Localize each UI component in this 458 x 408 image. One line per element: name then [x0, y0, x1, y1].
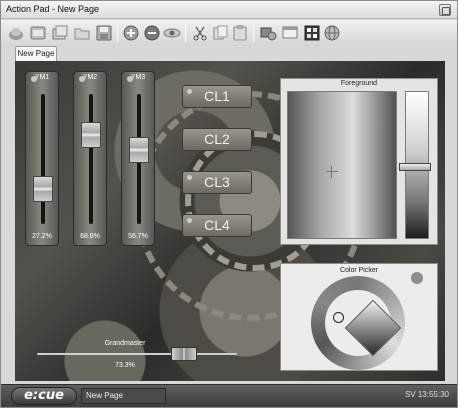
foreground-title: Foreground	[340, 80, 378, 87]
fader-knob[interactable]	[81, 121, 101, 148]
cue-list-indicator	[187, 89, 192, 94]
cue-list-label: CL2	[204, 131, 230, 147]
grid-icon[interactable]	[303, 24, 321, 42]
fader-label: YM3	[130, 74, 146, 81]
fader-label: YM1	[34, 74, 50, 81]
globe-icon[interactable]	[323, 24, 341, 42]
remove-circle-icon[interactable]	[143, 24, 161, 42]
paste-icon[interactable]	[231, 24, 249, 42]
fader-value: 68.6%	[80, 233, 100, 240]
brightness-marker[interactable]	[399, 163, 431, 171]
cue-list-indicator	[187, 175, 192, 180]
add-circle-icon[interactable]	[123, 24, 141, 42]
status-server-time: SV 13:55:30	[404, 390, 449, 399]
toolbar-separator	[253, 24, 254, 42]
eye-icon[interactable]	[163, 24, 181, 42]
fader-ym3: YM3 56.7%	[121, 71, 155, 246]
fader-label: YM2	[82, 74, 98, 81]
ecue-logo: e:cue	[11, 387, 77, 405]
copy-page-icon[interactable]	[51, 24, 69, 42]
cut-icon[interactable]	[191, 24, 209, 42]
foreground-panel: Foreground	[280, 78, 438, 245]
foreground-color-area[interactable]	[287, 91, 397, 239]
crosshair-icon[interactable]	[326, 166, 338, 178]
cue-list-indicator	[187, 218, 192, 223]
fader-ym1: YM1 27.2%	[25, 71, 59, 246]
color-preset-dot[interactable]	[411, 272, 423, 284]
cue-list-button-cl4[interactable]: CL4	[182, 214, 252, 237]
fader-value: 56.7%	[128, 233, 148, 240]
tools-icon[interactable]	[259, 24, 277, 42]
status-page-field: New Page	[81, 388, 166, 404]
cue-list-label: CL4	[204, 217, 230, 233]
load-icon[interactable]	[29, 24, 47, 42]
restore-window-button[interactable]	[439, 4, 451, 16]
fader-track[interactable]	[41, 94, 45, 224]
window-icon[interactable]	[281, 24, 299, 42]
save-icon[interactable]	[95, 24, 113, 42]
page-tabs: New Page	[1, 46, 457, 61]
folder-icon[interactable]	[73, 24, 91, 42]
title-bar: Action Pad - New Page	[1, 1, 457, 19]
tab-new-page[interactable]: New Page	[15, 46, 57, 61]
hue-selector[interactable]	[333, 312, 344, 323]
cue-list-label: CL1	[204, 88, 230, 104]
fader-knob[interactable]	[129, 137, 149, 164]
action-pad-canvas: YM1 27.2% YM2 68.6% YM3 56.7% CL1 CL2 CL…	[15, 61, 445, 381]
fader-value: 27.2%	[32, 233, 52, 240]
status-bar: e:cue New Page SV 13:55:30	[1, 384, 457, 407]
open-folder-icon[interactable]	[7, 24, 25, 42]
cue-list-button-cl3[interactable]: CL3	[182, 171, 252, 194]
toolbar-separator	[185, 24, 186, 42]
fader-track[interactable]	[89, 94, 93, 224]
fader-ym2: YM2 68.6%	[73, 71, 107, 246]
copy-icon[interactable]	[211, 24, 229, 42]
grandmaster-knob[interactable]	[170, 347, 197, 361]
cue-list-button-cl1[interactable]: CL1	[182, 85, 252, 108]
grandmaster-track[interactable]	[37, 353, 237, 355]
color-picker-panel: Color Picker	[280, 263, 438, 371]
action-pad-window: Action Pad - New Page New Page YM1 27.2%…	[0, 0, 458, 408]
fader-knob[interactable]	[33, 175, 53, 202]
cue-list-label: CL3	[204, 174, 230, 190]
grandmaster-label: Grandmaster	[104, 340, 146, 347]
window-title: Action Pad - New Page	[6, 4, 100, 14]
grandmaster-value: 73.3%	[115, 362, 135, 369]
toolbar-separator	[117, 24, 118, 42]
cue-list-button-cl2[interactable]: CL2	[182, 128, 252, 151]
toolbar	[1, 20, 457, 46]
